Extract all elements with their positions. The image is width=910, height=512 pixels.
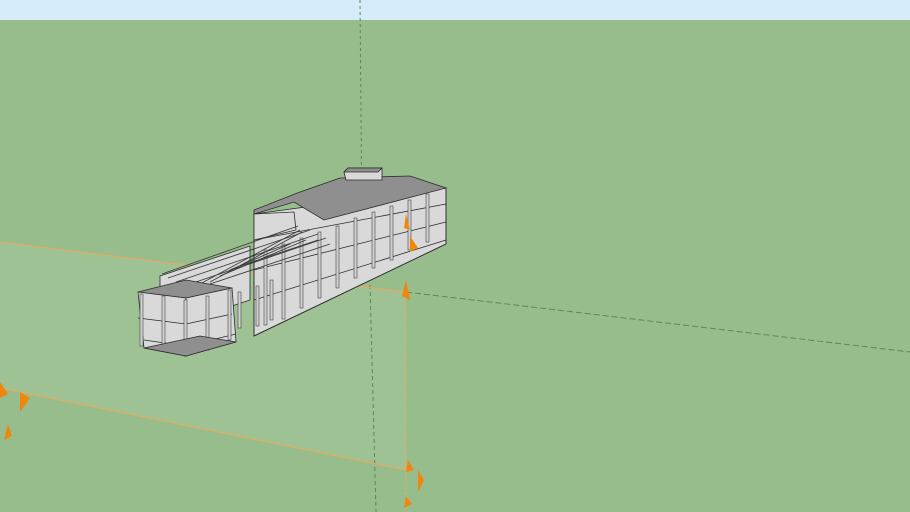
rooftop-box-top — [343, 167, 383, 173]
3d-viewport[interactable] — [0, 0, 910, 512]
axis-green-horizontal — [405, 291, 910, 353]
model-scene[interactable] — [0, 0, 910, 512]
section-plane-icon[interactable] — [404, 460, 424, 508]
